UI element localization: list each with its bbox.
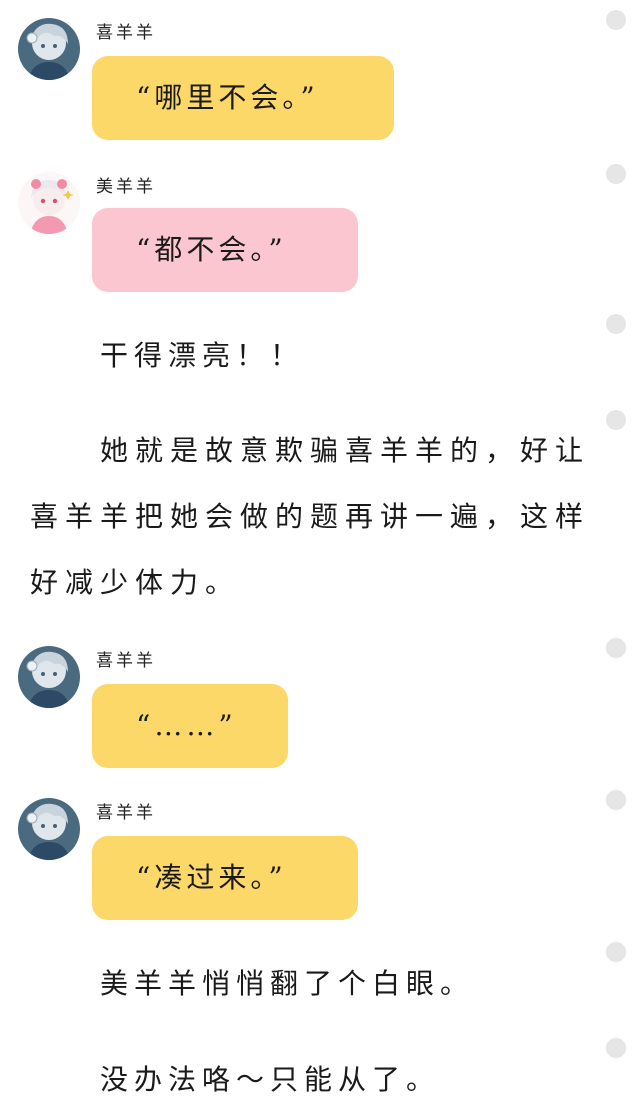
avatar-xiyangyang[interactable] [18, 646, 80, 708]
reaction-dot[interactable] [606, 638, 626, 658]
reaction-dot[interactable] [606, 314, 626, 334]
girl-avatar-icon [18, 172, 80, 234]
boy-avatar-icon [18, 18, 80, 80]
chat-bubble-meiyangyang: “都不会。” [92, 208, 358, 292]
narration-text: 干得漂亮！！ [100, 339, 305, 372]
reaction-dot[interactable] [606, 164, 626, 184]
boy-avatar-icon [18, 646, 80, 708]
avatar-meiyangyang[interactable] [18, 172, 80, 234]
reaction-dot[interactable] [606, 1038, 626, 1058]
reaction-dot[interactable] [606, 790, 626, 810]
chat-bubble-xiyangyang: “……” [92, 684, 288, 768]
avatar-xiyangyang[interactable] [18, 18, 80, 80]
speaker-name: 喜羊羊 [96, 651, 156, 671]
speaker-name: 喜羊羊 [96, 23, 156, 43]
reaction-dot[interactable] [606, 942, 626, 962]
boy-avatar-icon [18, 798, 80, 860]
reaction-dot[interactable] [606, 10, 626, 30]
chat-bubble-xiyangyang: “凑过来。” [92, 836, 358, 920]
speaker-name: 美羊羊 [96, 177, 156, 197]
narration-paragraph: 她就是故意欺骗喜羊羊的，好让喜羊羊把她会做的题再讲一遍，这样好减少体力。 [30, 434, 591, 599]
narration-text: 美羊羊悄悄翻了个白眼。 [100, 967, 475, 1000]
reaction-dot[interactable] [606, 410, 626, 430]
avatar-xiyangyang[interactable] [18, 798, 80, 860]
chat-bubble-xiyangyang: “哪里不会。” [92, 56, 394, 140]
speaker-name: 喜羊羊 [96, 803, 156, 823]
narration-text: 没办法咯～只能从了。 [100, 1063, 441, 1096]
